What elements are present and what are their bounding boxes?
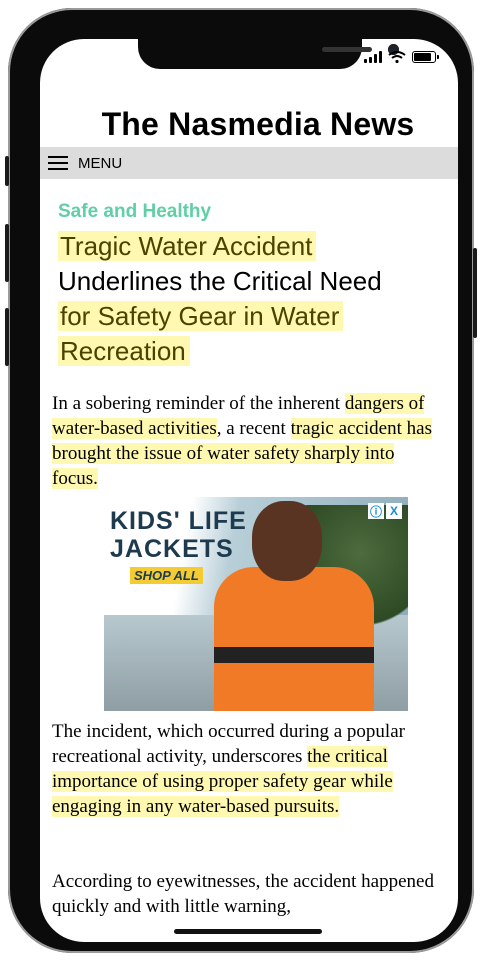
menu-label[interactable]: MENU (78, 155, 122, 172)
article: Safe and Healthy Tragic Water Accident U… (52, 201, 444, 491)
ad-shop-all-button[interactable]: SHOP ALL (130, 567, 203, 584)
ad-strap (214, 647, 374, 663)
ad-title: KIDS' LIFE JACKETS (110, 507, 247, 563)
phone-frame: The Nasmedia News MENU Safe and Healthy … (5, 8, 477, 953)
site-title[interactable]: The Nasmedia News (40, 106, 458, 143)
article-headline: Tragic Water Accident Underlines the Cri… (58, 229, 444, 369)
power-button (473, 248, 477, 338)
hamburger-icon[interactable] (48, 156, 68, 170)
p1-text-b: , a recent (216, 418, 291, 439)
menu-bar[interactable]: MENU (40, 147, 458, 179)
ad-child-image (252, 501, 322, 581)
article-paragraph-2: The incident, which occurred during a po… (52, 719, 444, 819)
article-paragraph-3: According to eyewitnesses, the accident … (52, 869, 444, 919)
headline-line-1: Tragic Water Accident (58, 231, 317, 261)
phone-screen: The Nasmedia News MENU Safe and Healthy … (40, 39, 458, 942)
wifi-icon (388, 51, 406, 63)
ad-close-icon[interactable]: X (386, 503, 402, 519)
notch (138, 39, 399, 69)
ad-title-line-2: JACKETS (110, 535, 234, 563)
home-indicator[interactable] (174, 929, 322, 934)
volume-up-button (5, 224, 9, 282)
battery-icon (412, 51, 439, 63)
ad-banner-life-jackets[interactable]: KIDS' LIFE JACKETS SHOP ALL ⓘ X (104, 497, 408, 711)
p1-text-a: In a sobering reminder of the inherent (52, 393, 345, 414)
headline-line-2: Underlines the Critical Need (58, 266, 382, 296)
ad-title-line-1: KIDS' LIFE (110, 507, 247, 535)
article-paragraph-1: In a sobering reminder of the inherent d… (52, 391, 444, 491)
ad-life-jacket-image (214, 567, 374, 711)
side-button (5, 156, 9, 186)
article-category[interactable]: Safe and Healthy (58, 201, 444, 223)
headline-line-3: for Safety Gear in Water (58, 301, 344, 331)
signal-icon (364, 51, 382, 63)
ad-choices: ⓘ X (368, 503, 402, 519)
headline-line-4: Recreation (58, 336, 190, 366)
volume-down-button (5, 308, 9, 366)
p3-text: According to eyewitnesses, the accident … (52, 871, 434, 917)
status-bar (364, 51, 439, 63)
ad-info-icon[interactable]: ⓘ (368, 503, 384, 519)
